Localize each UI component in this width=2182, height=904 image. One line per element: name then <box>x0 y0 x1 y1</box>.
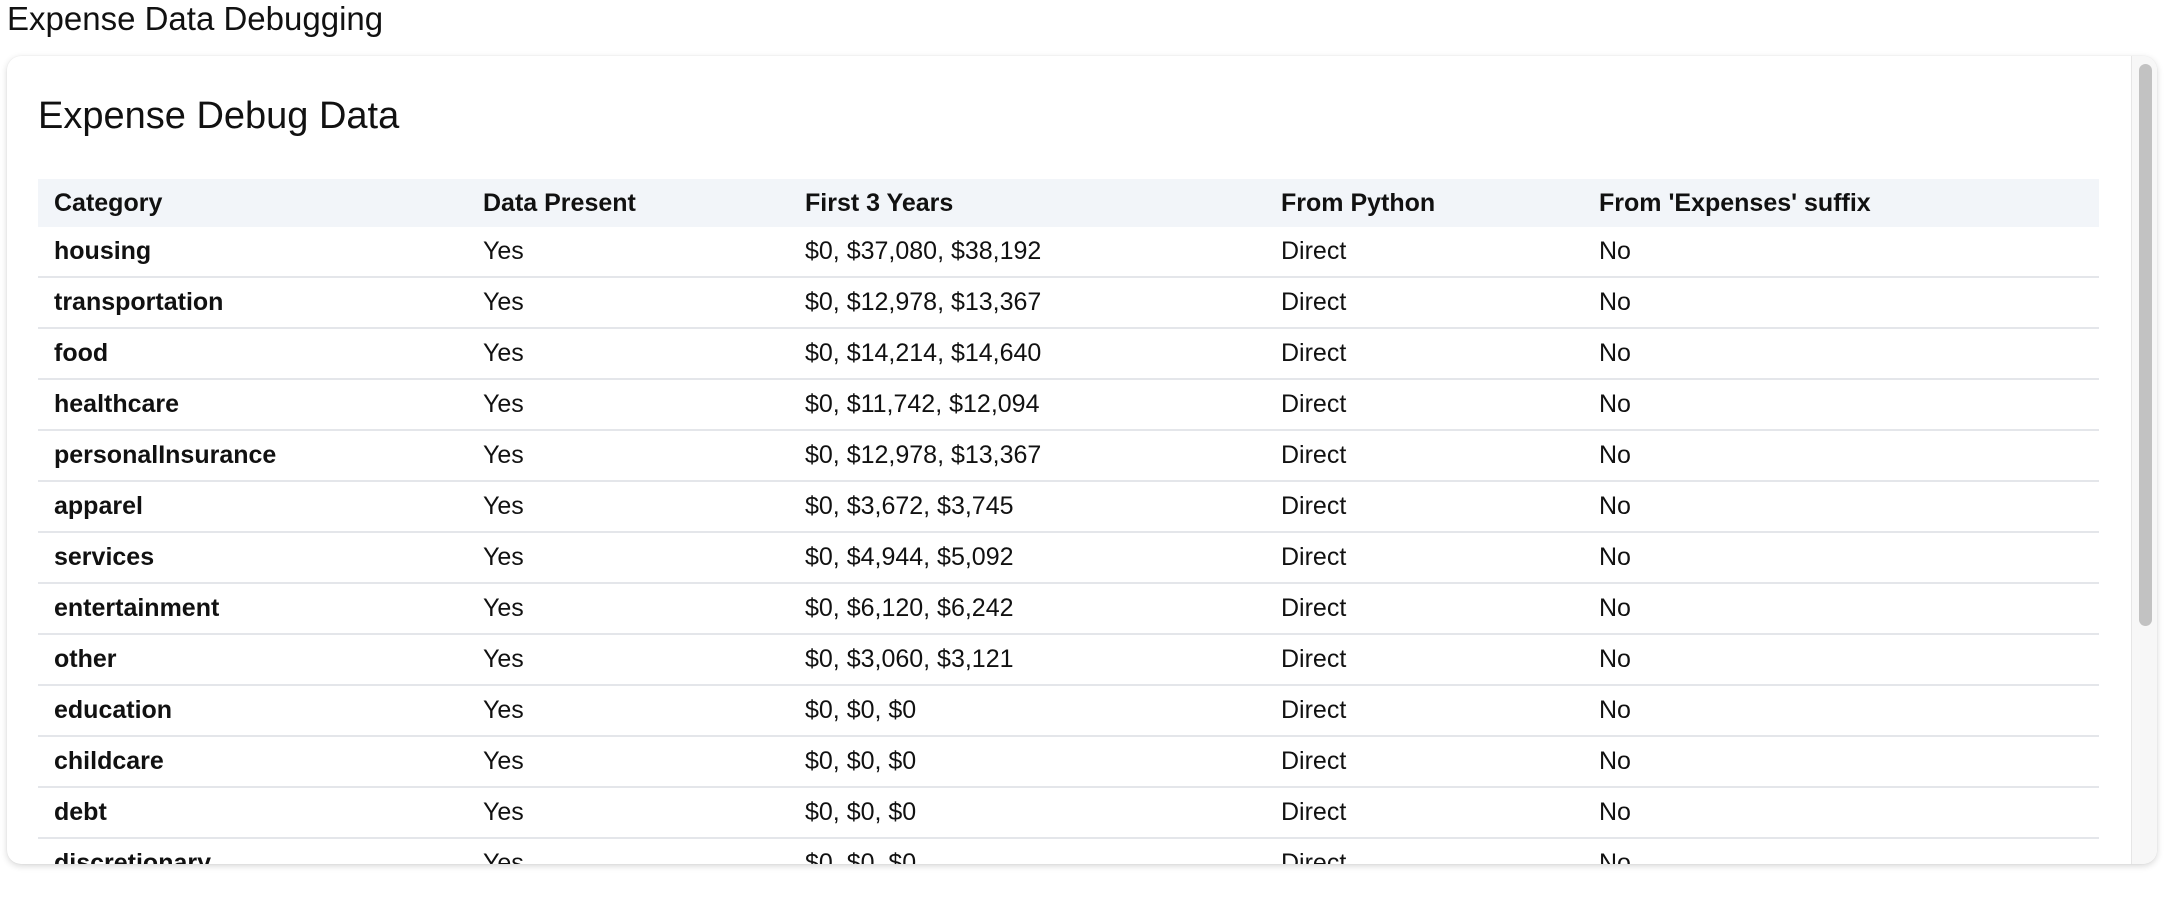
cell-category: transportation <box>38 277 467 329</box>
column-header-expenses-suffix: From 'Expenses' suffix <box>1583 179 2099 227</box>
table-header-row: Category Data Present First 3 Years From… <box>38 179 2099 227</box>
table-row: childcare Yes $0, $0, $0 Direct No <box>38 736 2099 788</box>
table-row: housing Yes $0, $37,080, $38,192 Direct No <box>38 227 2099 278</box>
table-row: services Yes $0, $4,944, $5,092 Direct No <box>38 532 2099 584</box>
cell-expenses-suffix: No <box>1583 430 2099 482</box>
debug-card: Expense Debug Data Category Data Present… <box>7 56 2157 864</box>
cell-category: education <box>38 685 467 737</box>
cell-data-present: Yes <box>467 379 789 431</box>
cell-first-3-years: $0, $3,060, $3,121 <box>789 634 1265 686</box>
cell-from-python: Direct <box>1265 328 1583 380</box>
table-row: transportation Yes $0, $12,978, $13,367 Dir… <box>38 277 2099 329</box>
cell-from-python: Direct <box>1265 379 1583 431</box>
table-row: personalInsurance Yes $0, $12,978, $13,367… <box>38 430 2099 482</box>
cell-data-present: Yes <box>467 634 789 686</box>
cell-from-python: Direct <box>1265 838 1583 864</box>
cell-data-present: Yes <box>467 583 789 635</box>
debug-card-scroll-area[interactable]: Expense Debug Data Category Data Present… <box>7 56 2131 864</box>
cell-expenses-suffix: No <box>1583 787 2099 839</box>
cell-from-python: Direct <box>1265 787 1583 839</box>
cell-from-python: Direct <box>1265 685 1583 737</box>
cell-expenses-suffix: No <box>1583 328 2099 380</box>
cell-category: discretionary <box>38 838 467 864</box>
cell-first-3-years: $0, $6,120, $6,242 <box>789 583 1265 635</box>
column-header-first-3-years: First 3 Years <box>789 179 1265 227</box>
cell-category: personalInsurance <box>38 430 467 482</box>
cell-first-3-years: $0, $0, $0 <box>789 787 1265 839</box>
cell-first-3-years: $0, $0, $0 <box>789 736 1265 788</box>
cell-first-3-years: $0, $14,214, $14,640 <box>789 328 1265 380</box>
cell-expenses-suffix: No <box>1583 532 2099 584</box>
cell-data-present: Yes <box>467 481 789 533</box>
cell-data-present: Yes <box>467 685 789 737</box>
card-title: Expense Debug Data <box>38 95 400 137</box>
scrollbar-thumb[interactable] <box>2139 64 2152 626</box>
cell-data-present: Yes <box>467 736 789 788</box>
column-header-data-present: Data Present <box>467 179 789 227</box>
cell-from-python: Direct <box>1265 227 1583 278</box>
page-title: Expense Data Debugging <box>7 0 384 37</box>
cell-category: debt <box>38 787 467 839</box>
cell-first-3-years: $0, $4,944, $5,092 <box>789 532 1265 584</box>
table-body: housing Yes $0, $37,080, $38,192 Direct No tr… <box>38 227 2099 864</box>
table-row: education Yes $0, $0, $0 Direct No <box>38 685 2099 737</box>
table-row: other Yes $0, $3,060, $3,121 Direct No <box>38 634 2099 686</box>
cell-category: apparel <box>38 481 467 533</box>
table-row: apparel Yes $0, $3,672, $3,745 Direct No <box>38 481 2099 533</box>
cell-first-3-years: $0, $12,978, $13,367 <box>789 430 1265 482</box>
cell-category: other <box>38 634 467 686</box>
cell-category: entertainment <box>38 583 467 635</box>
cell-expenses-suffix: No <box>1583 277 2099 329</box>
cell-from-python: Direct <box>1265 430 1583 482</box>
cell-first-3-years: $0, $0, $0 <box>789 838 1265 864</box>
column-header-category: Category <box>38 179 467 227</box>
cell-from-python: Direct <box>1265 277 1583 329</box>
cell-first-3-years: $0, $11,742, $12,094 <box>789 379 1265 431</box>
cell-data-present: Yes <box>467 227 789 278</box>
table-row: discretionary Yes $0, $0, $0 Direct No <box>38 838 2099 864</box>
cell-from-python: Direct <box>1265 736 1583 788</box>
cell-data-present: Yes <box>467 328 789 380</box>
vertical-scrollbar[interactable] <box>2131 56 2157 864</box>
cell-category: healthcare <box>38 379 467 431</box>
cell-category: housing <box>38 227 467 278</box>
cell-expenses-suffix: No <box>1583 227 2099 278</box>
table-row: healthcare Yes $0, $11,742, $12,094 Direct N… <box>38 379 2099 431</box>
cell-from-python: Direct <box>1265 481 1583 533</box>
cell-data-present: Yes <box>467 838 789 864</box>
cell-data-present: Yes <box>467 787 789 839</box>
table-row: entertainment Yes $0, $6,120, $6,242 Direct… <box>38 583 2099 635</box>
cell-first-3-years: $0, $37,080, $38,192 <box>789 227 1265 278</box>
cell-category: childcare <box>38 736 467 788</box>
expense-debug-table: Category Data Present First 3 Years From… <box>38 179 2099 864</box>
cell-expenses-suffix: No <box>1583 481 2099 533</box>
cell-expenses-suffix: No <box>1583 838 2099 864</box>
cell-expenses-suffix: No <box>1583 685 2099 737</box>
cell-expenses-suffix: No <box>1583 736 2099 788</box>
cell-expenses-suffix: No <box>1583 634 2099 686</box>
cell-data-present: Yes <box>467 430 789 482</box>
cell-from-python: Direct <box>1265 583 1583 635</box>
cell-first-3-years: $0, $12,978, $13,367 <box>789 277 1265 329</box>
column-header-from-python: From Python <box>1265 179 1583 227</box>
cell-expenses-suffix: No <box>1583 379 2099 431</box>
cell-expenses-suffix: No <box>1583 583 2099 635</box>
table-row: food Yes $0, $14,214, $14,640 Direct No <box>38 328 2099 380</box>
cell-category: services <box>38 532 467 584</box>
cell-data-present: Yes <box>467 277 789 329</box>
cell-data-present: Yes <box>467 532 789 584</box>
cell-from-python: Direct <box>1265 532 1583 584</box>
cell-first-3-years: $0, $3,672, $3,745 <box>789 481 1265 533</box>
table-row: debt Yes $0, $0, $0 Direct No <box>38 787 2099 839</box>
cell-first-3-years: $0, $0, $0 <box>789 685 1265 737</box>
cell-from-python: Direct <box>1265 634 1583 686</box>
cell-category: food <box>38 328 467 380</box>
